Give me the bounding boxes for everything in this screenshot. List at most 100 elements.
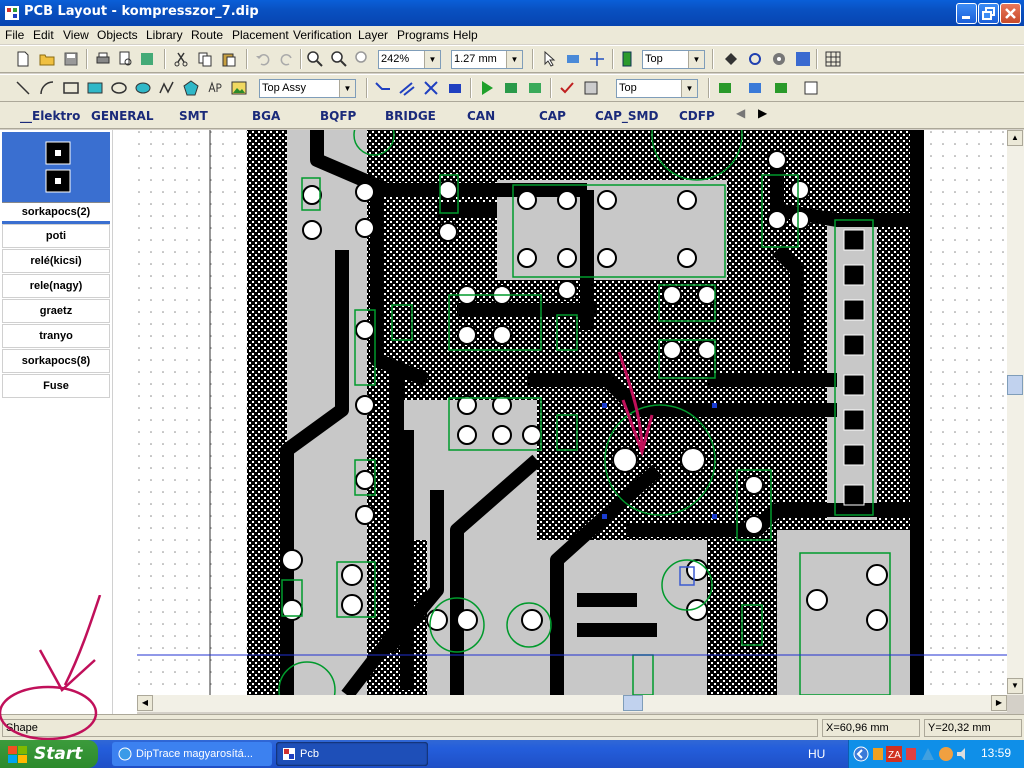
autoroute-setup-icon[interactable] (526, 79, 544, 97)
library-tab-cdfp[interactable]: CDFP (679, 109, 715, 123)
filled-ellipse-tool-icon[interactable] (134, 79, 152, 97)
copy-icon[interactable] (196, 50, 214, 68)
grid-size-select[interactable]: 1.27 mm ▼ (451, 50, 523, 69)
menu-verification[interactable]: Verification (293, 28, 352, 42)
text-tool-icon[interactable] (206, 79, 224, 97)
place-component-icon[interactable] (564, 50, 582, 68)
print-preview-icon[interactable] (116, 50, 134, 68)
task-diptrace-doc[interactable]: DipTrace magyarosítá... (112, 742, 272, 766)
menu-placement[interactable]: Placement (232, 28, 289, 42)
zoom-select[interactable]: 242% ▼ (378, 50, 441, 69)
autoroute-run-icon[interactable] (478, 79, 496, 97)
menu-layer[interactable]: Layer (358, 28, 388, 42)
rectangle-tool-icon[interactable] (62, 79, 80, 97)
view-mode-select[interactable]: Top Assy ▼ (259, 79, 356, 98)
arrange-icon[interactable] (772, 79, 790, 97)
tray-za-icon[interactable]: ZA (886, 746, 902, 762)
pointer-icon[interactable] (540, 50, 558, 68)
pcb-canvas[interactable] (137, 130, 1007, 695)
zoom-out-icon[interactable] (330, 50, 348, 68)
tray-security-icon[interactable] (904, 746, 918, 762)
component-item-sorkapocs8[interactable]: sorkapocs(8) (2, 349, 110, 373)
library-tab-can[interactable]: CAN (467, 109, 495, 123)
library-tab-smt[interactable]: SMT (179, 109, 208, 123)
route-manual-icon[interactable] (374, 79, 392, 97)
route-bus-icon[interactable] (398, 79, 416, 97)
cut-icon[interactable] (172, 50, 190, 68)
start-button[interactable]: Start (0, 740, 98, 768)
redo-icon[interactable] (278, 50, 296, 68)
image-tool-icon[interactable] (230, 79, 248, 97)
component-item-poti[interactable]: poti (2, 224, 110, 248)
scroll-up-icon[interactable]: ▲ (1007, 130, 1023, 146)
menu-programs[interactable]: Programs (397, 28, 449, 42)
align-icon[interactable] (716, 79, 734, 97)
vertical-scrollbar[interactable]: ▲ ▼ (1007, 130, 1024, 695)
component-item-graetz[interactable]: graetz (2, 299, 110, 323)
task-pcb[interactable]: Pcb (276, 742, 428, 766)
menu-view[interactable]: View (63, 28, 89, 42)
vertical-scroll-thumb[interactable] (1007, 375, 1023, 395)
tray-app-icon[interactable] (871, 746, 885, 762)
language-indicator[interactable]: HU (808, 747, 825, 761)
layer-icon[interactable] (618, 50, 636, 68)
grid-icon[interactable] (824, 50, 842, 68)
copper-pour-icon[interactable] (794, 50, 812, 68)
close-button[interactable] (1000, 3, 1021, 24)
scroll-down-icon[interactable]: ▼ (1007, 678, 1023, 694)
paste-icon[interactable] (220, 50, 238, 68)
drc-settings-icon[interactable] (582, 79, 600, 97)
crosshair-icon[interactable] (588, 50, 606, 68)
layer-select[interactable]: Top ▼ (642, 50, 705, 69)
menu-library[interactable]: Library (146, 28, 183, 42)
properties-icon[interactable] (802, 79, 820, 97)
polyline-tool-icon[interactable] (158, 79, 176, 97)
component-preview[interactable]: sorkapocs(2) (2, 132, 110, 224)
pcb-board-drawing[interactable] (137, 130, 1007, 695)
open-folder-icon[interactable] (38, 50, 56, 68)
component-item-fuse[interactable]: Fuse (2, 374, 110, 398)
new-file-icon[interactable] (14, 50, 32, 68)
library-tab-bga[interactable]: BGA (252, 109, 280, 123)
via-icon[interactable] (746, 50, 764, 68)
scroll-right-arrow-icon[interactable]: ▶ (991, 695, 1007, 711)
pad-icon[interactable] (722, 50, 740, 68)
menu-route[interactable]: Route (191, 28, 223, 42)
menu-help[interactable]: Help (453, 28, 478, 42)
library-tab-general[interactable]: GENERAL (91, 109, 153, 123)
autoroute-net-icon[interactable] (502, 79, 520, 97)
route-cut-icon[interactable] (422, 79, 440, 97)
save-icon[interactable] (62, 50, 80, 68)
menu-edit[interactable]: Edit (33, 28, 54, 42)
route-edit-icon[interactable] (446, 79, 464, 97)
tray-network-icon[interactable] (920, 746, 936, 762)
polygon-tool-icon[interactable] (182, 79, 200, 97)
restore-button[interactable] (978, 3, 999, 24)
print-icon[interactable] (94, 50, 112, 68)
library-tab-bqfp[interactable]: BQFP (320, 109, 356, 123)
scroll-right-icon[interactable]: ▶ (758, 106, 774, 124)
distribute-icon[interactable] (746, 79, 764, 97)
tray-arrow-icon[interactable] (853, 746, 869, 762)
component-item-tranyo[interactable]: tranyo (2, 324, 110, 348)
side-select[interactable]: Top ▼ (616, 79, 698, 98)
library-tab-cap[interactable]: CAP (539, 109, 566, 123)
tray-bluetooth-icon[interactable] (938, 746, 954, 762)
component-item-rele-nagy[interactable]: rele(nagy) (2, 274, 110, 298)
menu-file[interactable]: File (5, 28, 24, 42)
library-tab-cap-smd[interactable]: CAP_SMD (595, 109, 658, 123)
scroll-left-arrow-icon[interactable]: ◀ (137, 695, 153, 711)
ellipse-tool-icon[interactable] (110, 79, 128, 97)
library-tab-elektro[interactable]: __Elektro (20, 109, 80, 123)
minimize-button[interactable] (956, 3, 977, 24)
zoom-window-icon[interactable] (354, 50, 372, 68)
drc-icon[interactable] (558, 79, 576, 97)
menu-objects[interactable]: Objects (97, 28, 138, 42)
line-tool-icon[interactable] (14, 79, 32, 97)
library-tab-bridge[interactable]: BRIDGE (385, 109, 436, 123)
zoom-in-icon[interactable] (306, 50, 324, 68)
arc-tool-icon[interactable] (38, 79, 56, 97)
undo-icon[interactable] (254, 50, 272, 68)
horizontal-scrollbar[interactable]: ◀ ▶ (137, 695, 1007, 712)
thermal-icon[interactable] (770, 50, 788, 68)
